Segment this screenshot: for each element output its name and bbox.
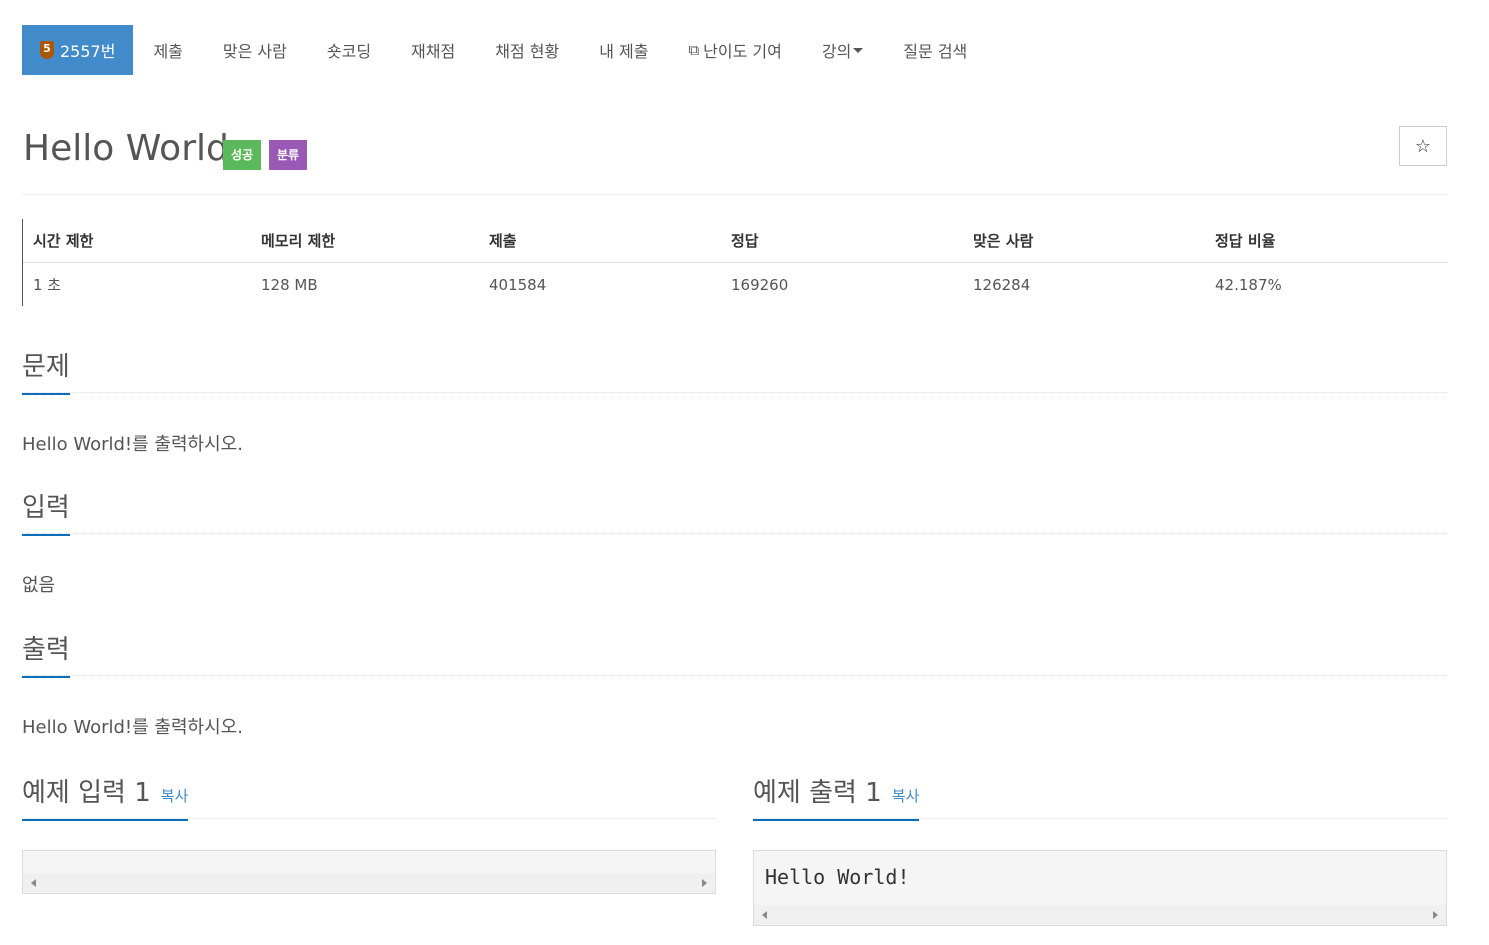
external-link-icon: ⧉ — [688, 41, 700, 59]
header-accuracy: 정답 비율 — [1215, 232, 1276, 250]
value-accuracy: 42.187% — [1215, 275, 1282, 294]
header-submissions: 제출 — [489, 232, 517, 250]
sample-output-heading: 예제 출력 1 — [753, 778, 882, 808]
sample-output-scrollbar[interactable] — [754, 905, 1446, 925]
problem-nav: 5 2557번 제출 맞은 사람 숏코딩 재채점 채점 현황 내 제출 ⧉ 난이… — [22, 25, 987, 75]
sample-output-header: 예제 출력 1 복사 — [753, 772, 1447, 821]
value-submissions: 401584 — [489, 275, 547, 294]
star-button[interactable]: ☆ — [1399, 126, 1447, 166]
scroll-left-icon[interactable] — [762, 911, 767, 919]
tab-difficulty-contribution[interactable]: ⧉ 난이도 기여 — [668, 25, 801, 75]
info-table-header: 시간 제한 메모리 제한 제출 정답 맞은 사람 정답 비율 — [23, 219, 1448, 263]
scroll-right-icon[interactable] — [1433, 911, 1438, 919]
copy-sample-input-link[interactable]: 복사 — [161, 787, 189, 805]
tab-submit[interactable]: 제출 — [133, 25, 202, 75]
sample-input-header: 예제 입력 1 복사 — [22, 772, 716, 821]
sample-input-box[interactable] — [22, 850, 716, 894]
problem-description: Hello World!를 출력하시오. — [22, 434, 243, 455]
output-section-header: 출력 — [22, 629, 1447, 678]
tab-accepted-users[interactable]: 맞은 사람 — [203, 25, 307, 75]
input-heading: 입력 — [22, 487, 70, 536]
scroll-left-icon[interactable] — [31, 879, 36, 887]
problem-number: 2557번 — [60, 42, 116, 61]
header-accepted-users: 맞은 사람 — [973, 232, 1034, 250]
problem-section-header: 문제 — [22, 346, 1447, 395]
tab-problem[interactable]: 5 2557번 — [22, 25, 134, 75]
header-memory-limit: 메모리 제한 — [261, 232, 336, 250]
status-badge-success: 성공 — [223, 140, 262, 170]
output-description: Hello World!를 출력하시오. — [22, 717, 243, 738]
scroll-right-icon[interactable] — [702, 879, 707, 887]
problem-title: Hello World — [23, 128, 229, 169]
value-accepted-users: 126284 — [973, 275, 1031, 294]
value-time-limit: 1 초 — [33, 276, 62, 294]
output-heading: 출력 — [22, 629, 70, 678]
header-time-limit: 시간 제한 — [33, 232, 94, 250]
sample-input-scrollbar[interactable] — [23, 873, 715, 893]
sample-input-heading: 예제 입력 1 — [22, 778, 151, 808]
tab-lecture-dropdown[interactable]: 강의 — [802, 25, 883, 75]
problem-info-table: 시간 제한 메모리 제한 제출 정답 맞은 사람 정답 비율 1 초 128 M… — [22, 219, 1448, 306]
problem-title-row: Hello World 성공 분류 ☆ — [22, 126, 1447, 195]
tab-status[interactable]: 채점 현황 — [475, 25, 579, 75]
sample-output-box[interactable]: Hello World! — [753, 850, 1447, 926]
caret-down-icon — [853, 47, 864, 53]
value-memory-limit: 128 MB — [261, 275, 318, 294]
value-correct: 169260 — [731, 275, 789, 294]
tab-question-search[interactable]: 질문 검색 — [883, 25, 987, 75]
copy-sample-output-link[interactable]: 복사 — [892, 787, 920, 805]
header-correct: 정답 — [731, 232, 759, 250]
info-table-row: 1 초 128 MB 401584 169260 126284 42.187% — [23, 263, 1448, 306]
tab-my-submissions[interactable]: 내 제출 — [579, 25, 668, 75]
category-badge[interactable]: 분류 — [269, 140, 308, 170]
star-icon: ☆ — [1414, 135, 1432, 157]
problem-heading: 문제 — [22, 346, 70, 395]
input-description: 없음 — [22, 575, 56, 596]
tab-rejudge[interactable]: 재채점 — [391, 25, 475, 75]
tab-short-coding[interactable]: 숏코딩 — [307, 25, 391, 75]
bronze-tier-icon: 5 — [40, 41, 54, 59]
input-section-header: 입력 — [22, 487, 1447, 536]
sample-output-content: Hello World! — [765, 865, 910, 889]
